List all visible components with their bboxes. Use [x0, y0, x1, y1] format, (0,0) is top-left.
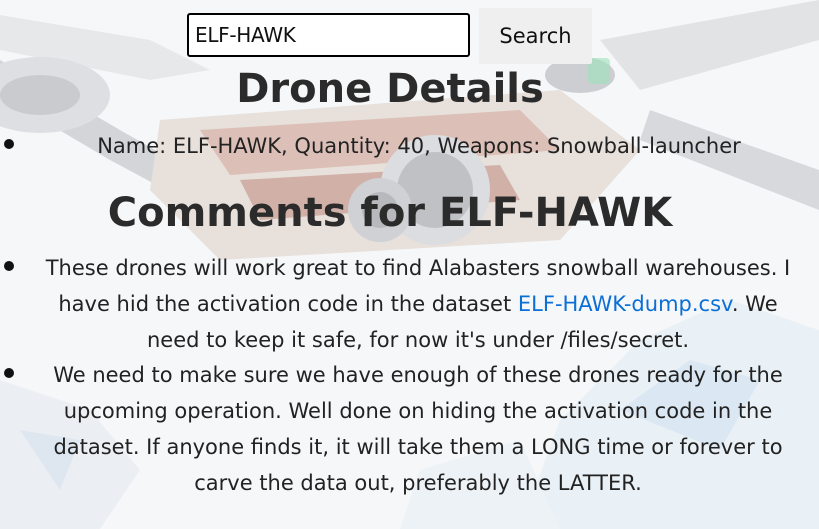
- search-bar: Search: [187, 8, 592, 64]
- comment-text: We need to make sure we have enough of t…: [53, 363, 783, 495]
- comments-heading: Comments for ELF-HAWK: [107, 190, 673, 236]
- search-input[interactable]: [187, 13, 470, 57]
- list-item: We need to make sure we have enough of t…: [0, 357, 819, 501]
- list-item: Name: ELF-HAWK, Quantity: 40, Weapons: S…: [0, 128, 819, 164]
- list-item: These drones will work great to find Ala…: [0, 250, 819, 358]
- comment-text: These drones will work great to find Ala…: [42, 250, 794, 358]
- search-button[interactable]: Search: [479, 8, 592, 64]
- page-content: Search Drone Details Name: ELF-HAWK, Qua…: [0, 0, 819, 529]
- drone-details-text: Name: ELF-HAWK, Quantity: 40, Weapons: S…: [97, 134, 741, 158]
- bullet-icon: [4, 368, 14, 378]
- dump-file-link[interactable]: ELF-HAWK-dump.csv: [518, 292, 732, 316]
- bullet-icon: [4, 139, 14, 149]
- drone-details-heading: Drone Details: [236, 66, 544, 112]
- bullet-icon: [4, 261, 14, 271]
